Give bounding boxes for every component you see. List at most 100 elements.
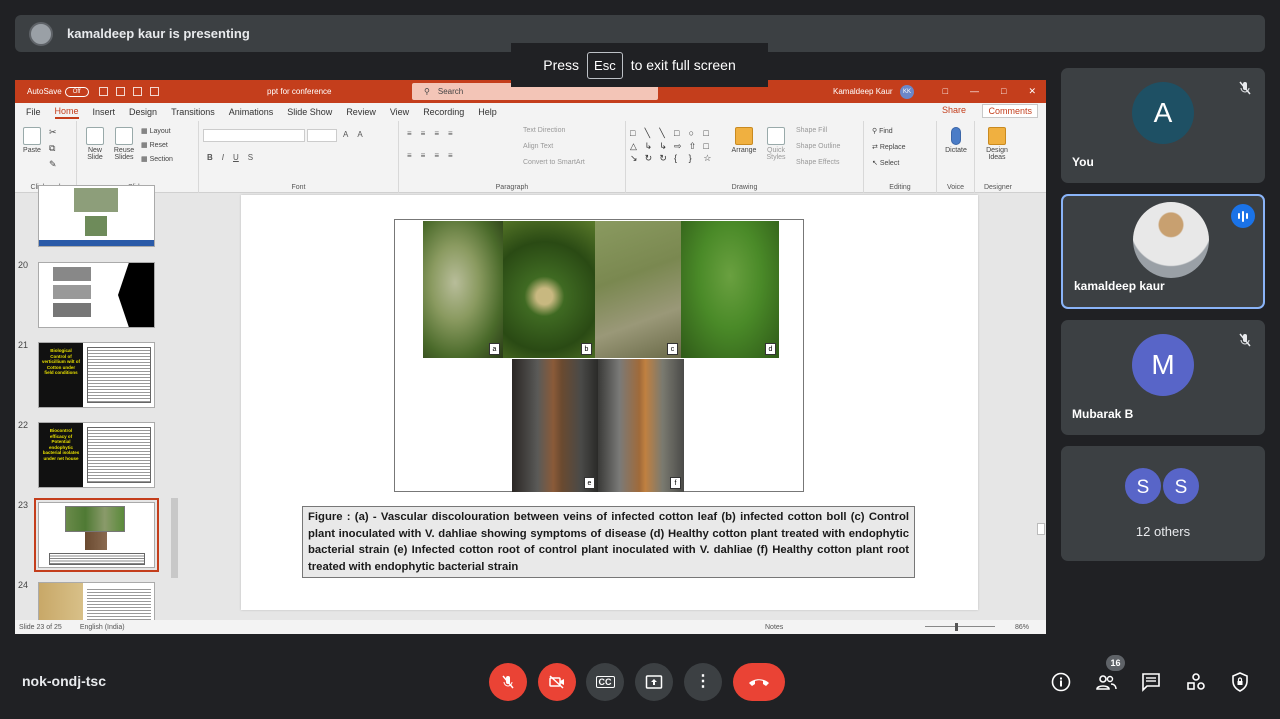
slide-thumbnail[interactable]: Biological Control of verticillium wilt … [38,342,155,408]
tab-insert[interactable]: Insert [93,107,116,117]
zoom-slider-knob[interactable] [955,623,958,631]
replace-button[interactable]: ⇄ Replace [872,143,906,151]
tab-view[interactable]: View [390,107,409,117]
new-slide-button[interactable]: New Slide [83,127,107,161]
minimize-icon[interactable]: — [970,86,979,97]
ribbon-tabs: File Home Insert Design Transitions Anim… [15,103,1046,121]
meeting-details-button[interactable] [1049,670,1073,694]
redo-icon[interactable] [132,87,142,96]
layout-button[interactable]: ▦ Layout [141,127,171,135]
strikethrough-button[interactable]: S [248,153,253,162]
language-status[interactable]: English (India) [80,624,125,631]
arrange-button[interactable]: Arrange [730,127,758,154]
notes-button[interactable]: Notes [765,624,783,631]
participant-tile-presenter[interactable]: kamaldeep kaur [1061,194,1265,309]
font-size-box[interactable] [307,129,337,142]
slide-scrollbar[interactable] [1036,193,1046,620]
slide-thumbnail[interactable] [38,582,155,621]
thumbnail-scrollbar[interactable] [170,193,179,620]
autosave-toggle[interactable]: Off [64,86,89,97]
slide-thumbnail[interactable] [38,185,155,247]
underline-button[interactable]: U [233,153,239,162]
tab-home[interactable]: Home [54,106,79,119]
slide-count: Slide 23 of 25 [19,623,62,631]
tab-design[interactable]: Design [129,107,157,117]
tab-review[interactable]: Review [346,107,376,117]
shape-fill-button[interactable]: Shape Fill [796,127,827,134]
captions-button[interactable]: CC [586,663,624,701]
thumbnail-number: 21 [18,340,29,350]
tab-file[interactable]: File [26,107,41,117]
reset-button[interactable]: ▦ Reset [141,141,168,149]
increase-indent-icon[interactable]: ≡ [448,129,453,138]
present-now-button[interactable] [635,663,673,701]
quick-styles-button[interactable]: Quick Styles [762,127,790,161]
align-right-icon[interactable]: ≡ [434,151,439,160]
slide-thumbnail[interactable] [38,262,155,328]
select-button[interactable]: ↖ Select [872,159,899,167]
present-icon[interactable] [149,87,159,96]
slide-thumbnail-current[interactable] [34,498,159,572]
shrink-font-button[interactable]: A [357,130,362,139]
more-options-button[interactable]: ⋮ [684,663,722,701]
align-left-icon[interactable]: ≡ [407,151,412,160]
text-direction-button[interactable]: Text Direction [523,127,565,134]
decrease-indent-icon[interactable]: ≡ [434,129,439,138]
cut-icon[interactable]: ✂ [49,127,57,138]
find-button[interactable]: ⚲ Find [872,127,893,135]
tab-help[interactable]: Help [478,107,497,117]
account-name[interactable]: Kamaldeep Kaur [833,87,893,96]
dictate-button[interactable]: Dictate [941,127,971,154]
reuse-slides-button[interactable]: Reuse Slides [111,127,137,161]
others-tile[interactable]: S S 12 others [1061,446,1265,561]
tab-slide-show[interactable]: Slide Show [287,107,332,117]
ppt-workarea: 20 21 Biological Control of verticillium… [15,185,1046,621]
avatar: A [1132,82,1194,144]
comments-button[interactable]: Comments [982,104,1038,118]
shapes-gallery[interactable]: □ ╲ ╲ □ ○ □ △ ↳ ↳ ⇨ ⇧ □ ↘ ↻ ↻{} ☆ [630,127,718,165]
align-text-button[interactable]: Align Text [523,143,553,150]
chat-button[interactable] [1139,670,1163,694]
mic-toggle-button[interactable] [489,663,527,701]
format-painter-icon[interactable]: ✎ [49,159,57,170]
shape-outline-button[interactable]: Shape Outline [796,143,840,150]
leave-call-button[interactable] [733,663,785,701]
italic-button[interactable]: I [222,153,224,162]
host-controls-button[interactable] [1228,670,1252,694]
grow-font-button[interactable]: A [343,130,348,139]
ribbon-display-icon[interactable]: □ [943,86,948,97]
shape-effects-button[interactable]: Shape Effects [796,159,839,166]
tab-animations[interactable]: Animations [229,107,274,117]
people-button[interactable] [1094,670,1118,694]
account-avatar[interactable]: KK [900,85,914,99]
bold-button[interactable]: B [207,153,213,162]
design-ideas-button[interactable]: Design Ideas [981,127,1013,161]
justify-icon[interactable]: ≡ [448,151,453,160]
paste-button[interactable]: Paste [21,127,43,154]
zoom-slider[interactable] [925,626,995,627]
tab-transitions[interactable]: Transitions [171,107,215,117]
document-title[interactable]: ppt for conference [267,87,331,96]
microphone-icon [951,127,961,145]
close-icon[interactable]: ✕ [1028,86,1036,97]
align-center-icon[interactable]: ≡ [421,151,426,160]
bullets-icon[interactable]: ≡ [407,129,412,138]
current-slide[interactable]: a b c d e f Figure : (a) - Vascular disc… [241,195,978,610]
section-button[interactable]: ▦ Section [141,155,173,163]
slide-thumbnail[interactable]: Biocontrol efficacy of Potential endophy… [38,422,155,488]
share-button[interactable]: Share [942,105,966,115]
participant-tile-you[interactable]: A You [1061,68,1265,183]
smartart-button[interactable]: Convert to SmartArt [523,159,585,166]
numbering-icon[interactable]: ≡ [421,129,426,138]
present-icon [645,675,663,689]
copy-icon[interactable]: ⧉ [49,143,55,154]
undo-icon[interactable] [115,87,125,96]
save-icon[interactable] [98,87,108,96]
participant-tile-mubarak[interactable]: M Mubarak B [1061,320,1265,435]
maximize-icon[interactable]: □ [1001,86,1006,97]
tab-recording[interactable]: Recording [423,107,464,117]
camera-toggle-button[interactable] [538,663,576,701]
font-name-box[interactable] [203,129,305,142]
activities-button[interactable] [1184,670,1208,694]
zoom-level[interactable]: 86% [1015,624,1029,631]
